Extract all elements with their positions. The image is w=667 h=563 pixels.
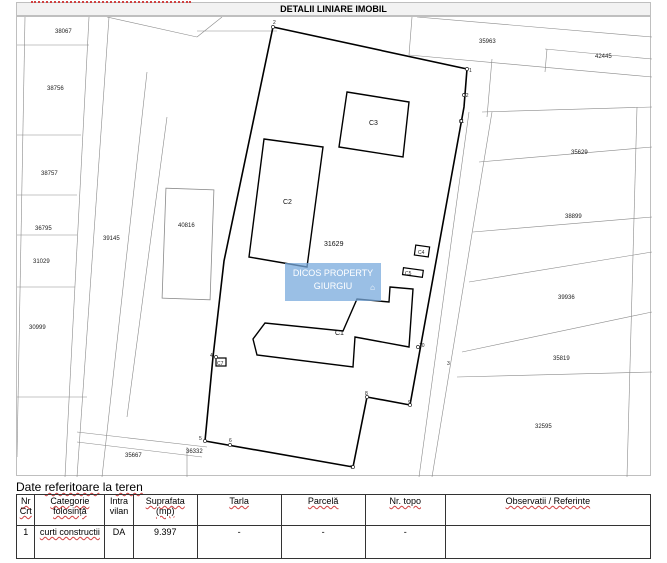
vertex-number: 11	[459, 119, 464, 125]
cell-categorie-text: curti constructii	[39, 527, 100, 537]
section-title-prefix: Date	[16, 480, 45, 494]
header-obs: Observatii / Referinte	[444, 494, 652, 526]
vertex-number: 9	[408, 400, 411, 406]
cell-parcela: -	[280, 525, 366, 559]
cell-tarla: -	[196, 525, 282, 559]
vertex-number: 1	[469, 68, 472, 74]
cell-nr: 1	[15, 525, 36, 559]
header-decoration	[31, 1, 191, 5]
header-bar: DETALII LINIARE IMOBIL	[16, 1, 651, 16]
page-title: DETALII LINIARE IMOBIL	[280, 4, 387, 14]
header-topo-text: Nr. topo	[389, 496, 421, 506]
parcel-label: 39145	[103, 236, 120, 242]
watermark-line1: DICOS PROPERTY	[292, 268, 374, 278]
table-header-row: Nr Crt Categorie folosință Intra vilan S…	[15, 494, 652, 526]
parcel-label: 35963	[479, 39, 496, 45]
parcel-40816-outline	[161, 187, 215, 301]
cell-suprafata: 9.397	[132, 525, 198, 559]
header-nr-text: Nr Crt	[19, 496, 32, 516]
land-data-table: Nr Crt Categorie folosință Intra vilan S…	[15, 494, 652, 559]
building-label: C1	[335, 330, 344, 337]
section-title-underlined: referitoare	[44, 480, 100, 494]
header-topo: Nr. topo	[364, 494, 446, 526]
header-nr: Nr Crt	[15, 494, 36, 526]
section-title: Date referitoare la teren	[16, 480, 143, 494]
watermark: DICOS PROPERTY GIURGIU ⌂	[285, 263, 381, 301]
vertex-number: 4	[210, 353, 213, 359]
logo-icon: ⌂	[370, 283, 375, 292]
building-label: C5	[405, 271, 412, 277]
building-label: C4	[418, 250, 425, 256]
header-categorie: Categorie folosință	[34, 494, 106, 526]
cadastral-map: 38067 35963 42445 38756 35629 38757 3889…	[16, 16, 652, 477]
main-parcel-label: 31629	[324, 241, 344, 248]
section-title-suffix: la	[99, 480, 116, 494]
parcel-label: 35629	[571, 150, 588, 156]
map-drawing: 38067 35963 42445 38756 35629 38757 3889…	[17, 17, 652, 477]
parcel-label: 30999	[29, 325, 46, 331]
building-label: C7	[217, 361, 224, 367]
header-tarla: Tarla	[196, 494, 282, 526]
header-categorie-text: Categorie folosință	[50, 496, 90, 516]
parcel-label: 31029	[33, 259, 50, 265]
vertex-number: 8	[365, 391, 368, 397]
vertex-number: 6	[229, 438, 232, 444]
parcel-label: 36795	[35, 226, 52, 232]
header-suprafata-text: Suprafata (mp)	[145, 496, 185, 516]
cell-intra: DA	[104, 525, 134, 559]
watermark-line2: GIURGIU	[313, 281, 353, 291]
vertex-number: 5	[199, 436, 202, 442]
vertex-number: 10	[419, 343, 425, 349]
parcel-label: 35667	[125, 453, 142, 459]
table-row: 1 curti constructii DA 9.397 - - -	[15, 525, 652, 559]
parcel-label: 38899	[565, 214, 582, 220]
parcel-label: 32595	[535, 424, 552, 430]
parcel-label: 36332	[186, 449, 203, 455]
building-label: C2	[283, 199, 292, 206]
vertex-number: 7	[350, 465, 353, 471]
parcel-label: 39936	[558, 295, 575, 301]
cell-topo: -	[364, 525, 446, 559]
building-label: C3	[369, 120, 378, 127]
parcel-label: 38756	[47, 86, 64, 92]
parcel-label: 40816	[178, 223, 195, 229]
header-intra: Intra vilan	[104, 494, 134, 526]
parcel-label: 42445	[595, 54, 612, 60]
parcel-label: 38757	[41, 171, 58, 177]
parcel-label: 35819	[553, 356, 570, 362]
header-tarla-text: Tarla	[229, 496, 249, 506]
header-parcela: Parcelă	[280, 494, 366, 526]
header-intra-text: Intra vilan	[109, 496, 129, 516]
vertex-number: 3	[447, 361, 450, 367]
cell-categorie: curti constructii	[34, 525, 106, 559]
header-obs-text: Observatii / Referinte	[505, 496, 591, 506]
header-suprafata: Suprafata (mp)	[132, 494, 198, 526]
section-title-last: teren	[115, 480, 143, 494]
vertex-number: 2	[273, 20, 276, 26]
parcel-label: 38067	[55, 29, 72, 35]
cell-obs	[444, 525, 652, 559]
header-parcela-text: Parcelă	[307, 496, 339, 506]
vertex-number: 12	[463, 93, 469, 99]
